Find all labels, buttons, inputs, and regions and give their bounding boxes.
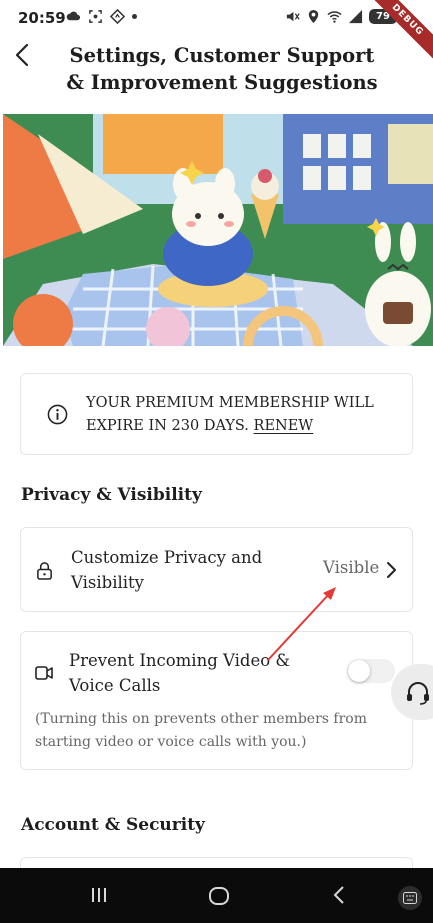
page-title: Settings, Customer Support & Improvement…	[66, 44, 378, 94]
premium-notice-card: YOUR PREMIUM MEMBERSHIP WILL EXPIRE IN 2…	[20, 373, 413, 455]
screenshot-icon	[89, 10, 102, 23]
renew-link[interactable]: RENEW	[254, 418, 314, 434]
video-camera-icon	[35, 666, 53, 680]
toggle-knob	[348, 660, 370, 682]
mute-icon	[286, 11, 300, 22]
prevent-calls-description: (Turning this on prevents other members …	[35, 711, 367, 750]
prevent-calls-label: Prevent Incoming Video & Voice Calls	[69, 651, 291, 695]
location-icon	[308, 9, 319, 24]
customize-privacy-row[interactable]: Customize Privacy and Visibility Visible	[20, 527, 413, 612]
notification-dot	[132, 14, 137, 19]
lock-icon	[37, 562, 52, 580]
recent-apps-icon[interactable]	[89, 885, 109, 905]
status-time: 20:59	[18, 9, 66, 27]
status-notification-icons	[66, 9, 137, 24]
home-icon[interactable]	[208, 885, 230, 907]
premium-notice-text: YOUR PREMIUM MEMBERSHIP WILL EXPIRE IN 2…	[86, 392, 386, 438]
section-title-account: Account & Security	[21, 815, 205, 835]
customize-privacy-label: Customize Privacy and Visibility	[71, 548, 263, 592]
back-arrow-icon[interactable]	[12, 42, 34, 68]
hero-banner-image	[3, 114, 433, 346]
cloud-icon	[66, 11, 81, 21]
info-icon	[47, 404, 68, 425]
system-navigation-bar	[0, 868, 433, 923]
headset-icon	[407, 682, 429, 705]
keyboard-switch-button[interactable]	[398, 886, 422, 910]
section-title-privacy: Privacy & Visibility	[21, 485, 202, 505]
chevron-right-icon	[387, 562, 396, 578]
header: Settings, Customer Support & Improvement…	[0, 34, 433, 114]
nav-back-icon[interactable]	[331, 885, 347, 905]
keyboard-icon	[403, 892, 417, 904]
status-system-icons: 79	[285, 9, 397, 24]
wifi-icon	[327, 11, 342, 23]
prevent-calls-row: Prevent Incoming Video & Voice Calls (Tu…	[20, 631, 413, 770]
signal-icon	[348, 9, 363, 24]
premium-expiry-message: YOUR PREMIUM MEMBERSHIP WILL EXPIRE IN 2…	[86, 395, 374, 434]
prevent-calls-toggle[interactable]	[347, 659, 395, 683]
visibility-status-value: Visible	[323, 558, 380, 577]
status-bar: 20:59 79 DEBUG	[0, 0, 433, 62]
navigation-icon	[110, 9, 125, 24]
